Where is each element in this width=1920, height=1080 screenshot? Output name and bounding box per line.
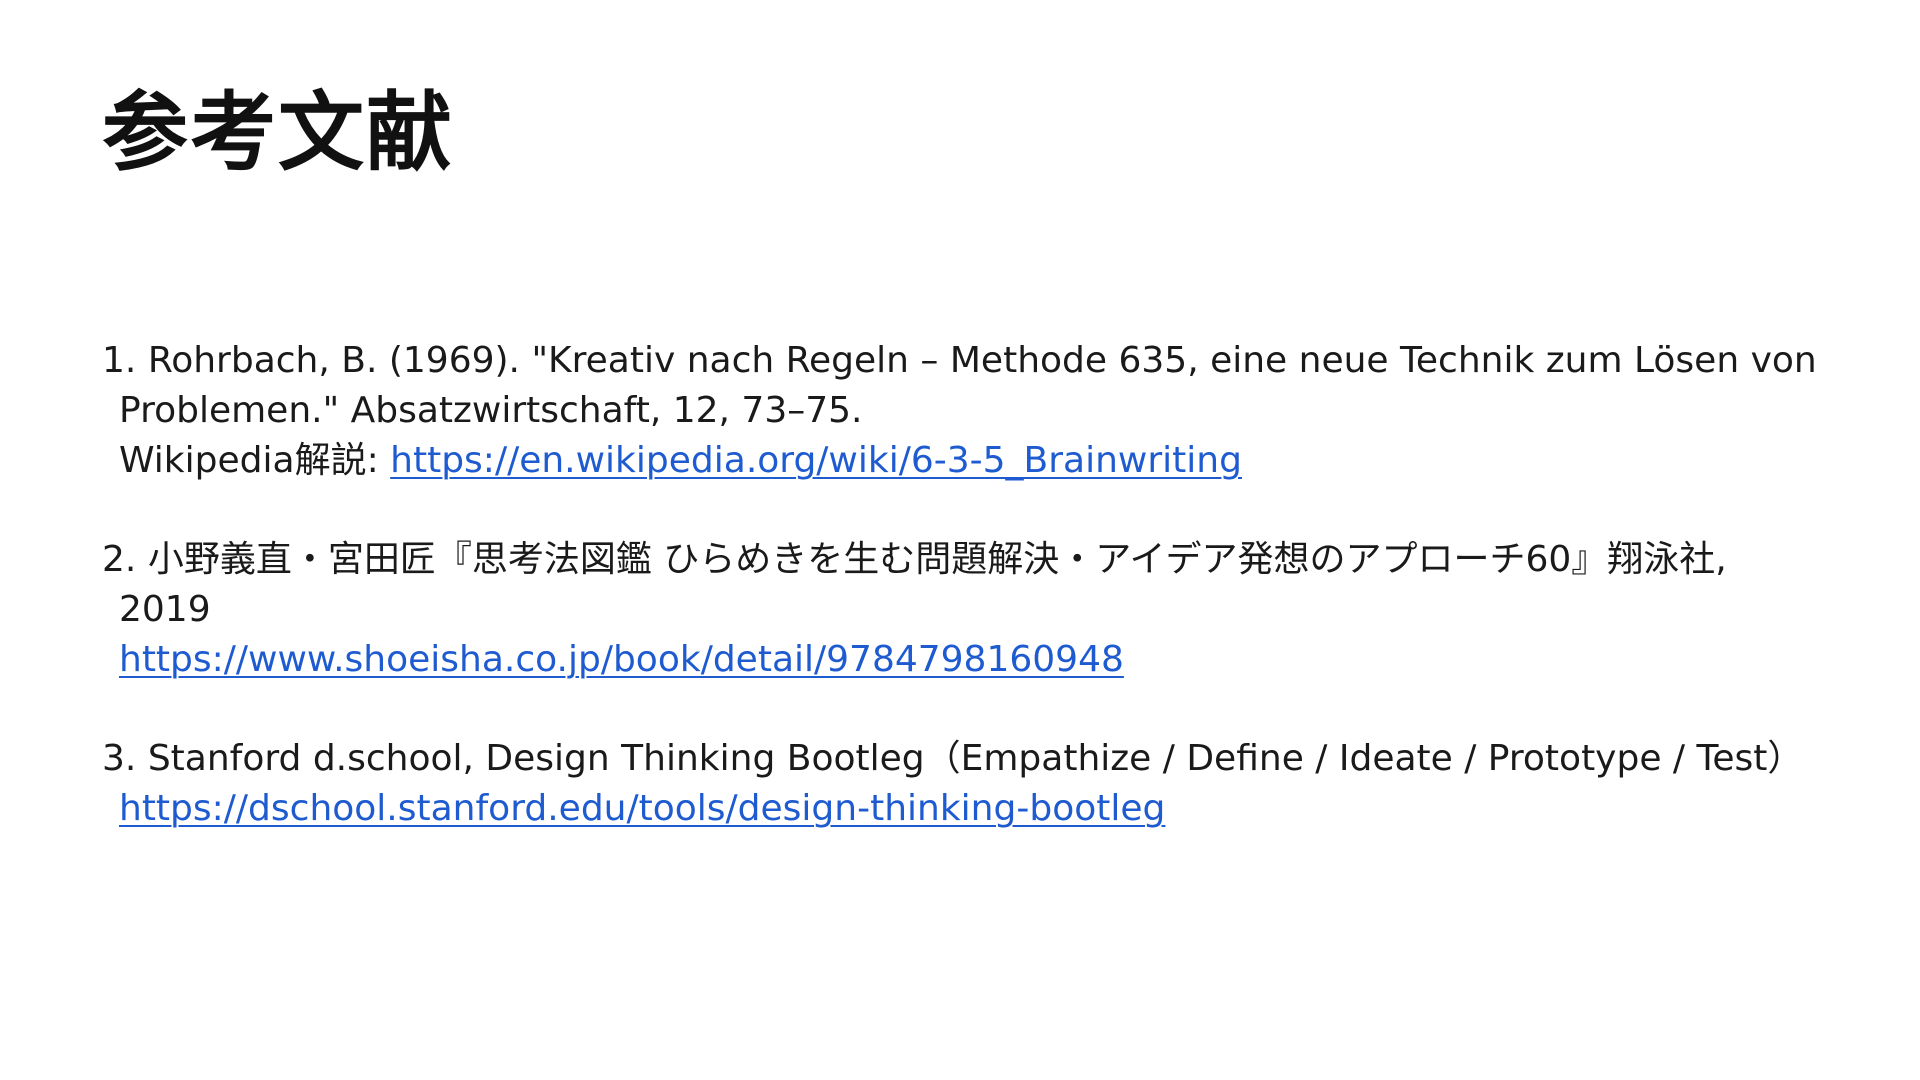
reference-line: 3. Stanford d.school, Design Thinking Bo…	[102, 734, 1842, 784]
reference-line: https://dschool.stanford.edu/tools/desig…	[119, 784, 1842, 834]
reference-number: 3.	[102, 738, 137, 779]
reference-text: Problemen." Absatzwirtschaft, 12, 73–75.	[119, 390, 863, 431]
reference-text: 2019	[119, 589, 211, 630]
reference-item-3: 3. Stanford d.school, Design Thinking Bo…	[102, 734, 1842, 834]
reference-number: 1.	[102, 340, 137, 381]
reference-item-2: 2. 小野義直・宮田匠『思考法図鑑 ひらめきを生む問題解決・アイデア発想のアプロ…	[102, 535, 1842, 685]
reference-line: https://www.shoeisha.co.jp/book/detail/9…	[119, 635, 1842, 685]
reference-link-shoeisha[interactable]: https://www.shoeisha.co.jp/book/detail/9…	[119, 639, 1124, 680]
reference-item-1: 1. Rohrbach, B. (1969). "Kreativ nach Re…	[102, 336, 1842, 486]
slide: 参考文献 1. Rohrbach, B. (1969). "Kreativ na…	[0, 0, 1920, 1080]
reference-list: 1. Rohrbach, B. (1969). "Kreativ nach Re…	[102, 336, 1842, 883]
reference-line: 2. 小野義直・宮田匠『思考法図鑑 ひらめきを生む問題解決・アイデア発想のアプロ…	[102, 535, 1842, 585]
reference-text: 小野義直・宮田匠『思考法図鑑 ひらめきを生む問題解決・アイデア発想のアプローチ6…	[147, 539, 1727, 580]
reference-link-wikipedia[interactable]: https://en.wikipedia.org/wiki/6-3-5_Brai…	[390, 440, 1242, 481]
reference-text: Rohrbach, B. (1969). "Kreativ nach Regel…	[147, 340, 1817, 381]
reference-line: 1. Rohrbach, B. (1969). "Kreativ nach Re…	[102, 336, 1842, 386]
reference-text: Stanford d.school, Design Thinking Bootl…	[147, 738, 1804, 779]
reference-link-prefix: Wikipedia解説:	[119, 440, 391, 481]
page-title: 参考文献	[102, 83, 454, 183]
reference-link-dschool[interactable]: https://dschool.stanford.edu/tools/desig…	[119, 788, 1165, 829]
reference-number: 2.	[102, 539, 137, 580]
reference-line: Wikipedia解説: https://en.wikipedia.org/wi…	[119, 436, 1842, 486]
